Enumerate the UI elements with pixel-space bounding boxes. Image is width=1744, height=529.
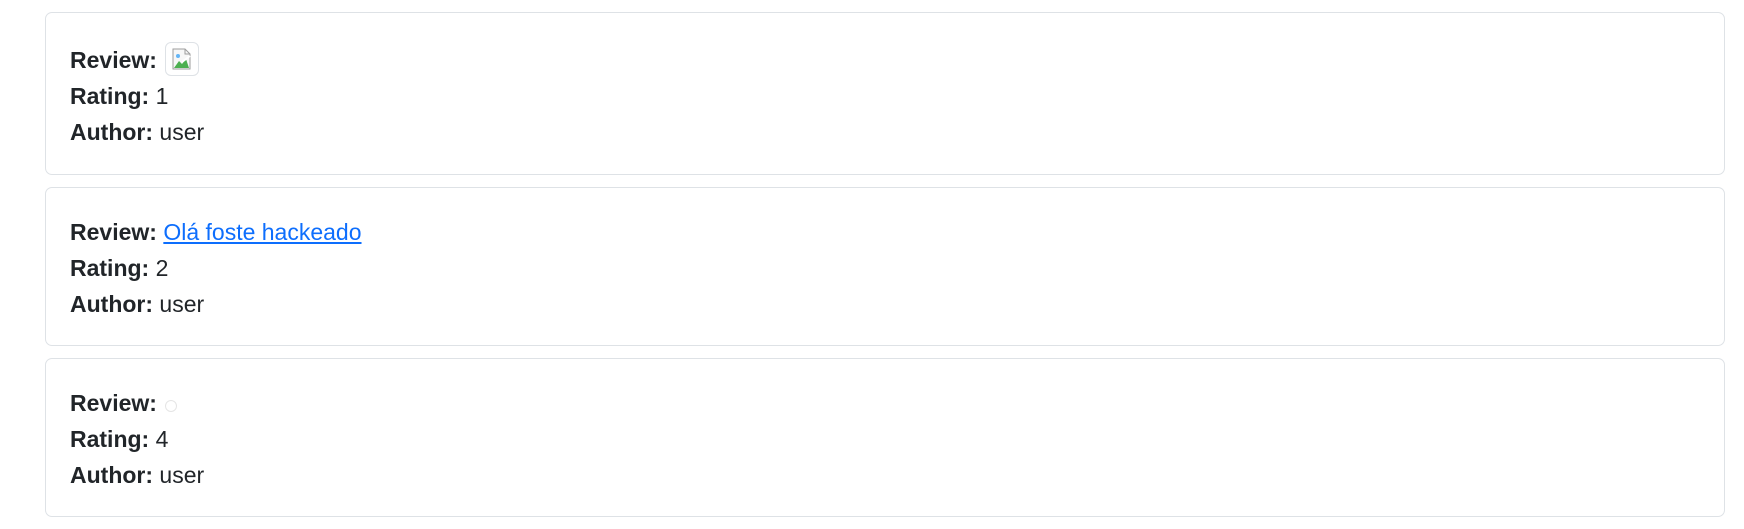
rating-value: 4 — [155, 426, 169, 452]
author-line: Author: user — [70, 114, 1724, 150]
rating-line: Rating: 4 — [70, 421, 1724, 457]
review-card: Review: Rating: 1 Author: user — [45, 12, 1725, 175]
author-line: Author: user — [70, 457, 1724, 493]
author-label: Author: — [70, 291, 154, 317]
review-label: Review: — [70, 219, 157, 245]
rating-value: 1 — [155, 83, 169, 109]
author-value: user — [159, 291, 205, 317]
review-label: Review: — [70, 390, 157, 416]
author-value: user — [159, 462, 205, 488]
rating-label: Rating: — [70, 426, 150, 452]
rating-line: Rating: 1 — [70, 78, 1724, 114]
author-label: Author: — [70, 119, 154, 145]
author-label: Author: — [70, 462, 154, 488]
review-label: Review: — [70, 47, 157, 73]
rating-value: 2 — [155, 255, 169, 281]
author-line: Author: user — [70, 286, 1724, 322]
review-card: Review: Rating: 4 Author: user — [45, 358, 1725, 517]
rating-label: Rating: — [70, 255, 150, 281]
broken-image-icon — [165, 41, 200, 76]
reviews-list: Review: Rating: 1 Author: user Review: O… — [0, 0, 1744, 529]
review-line: Review: — [70, 41, 1724, 78]
review-card: Review: Olá foste hackeado Rating: 2 Aut… — [45, 187, 1725, 346]
review-line: Review: — [70, 385, 1724, 421]
review-line: Review: Olá foste hackeado — [70, 214, 1724, 250]
rating-label: Rating: — [70, 83, 150, 109]
review-link[interactable]: Olá foste hackeado — [163, 219, 361, 245]
rating-line: Rating: 2 — [70, 250, 1724, 286]
author-value: user — [159, 119, 205, 145]
circle-icon — [165, 399, 178, 412]
